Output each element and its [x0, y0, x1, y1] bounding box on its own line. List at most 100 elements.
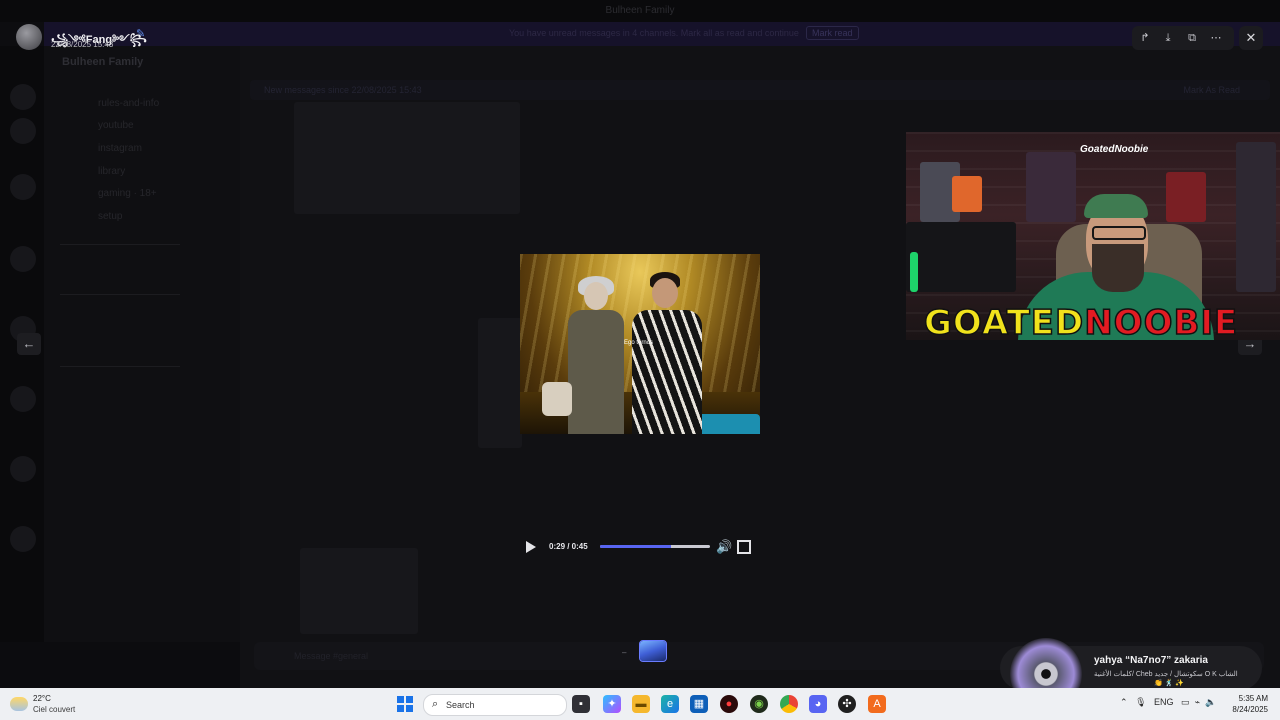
channel-item: rules-and-info — [98, 98, 160, 109]
person-right-head — [652, 278, 678, 308]
open-external-icon[interactable]: ⧉ — [1184, 30, 1200, 46]
video-controls: 0:29 / 0:45 🔊 — [520, 536, 760, 558]
server-icon — [10, 386, 36, 412]
message-placeholder: Message #general — [294, 651, 369, 661]
channel-item: youtube — [98, 120, 134, 131]
channel-item: gaming · 18+ — [98, 188, 157, 199]
tray-chevron-icon[interactable]: ⌃ — [1120, 697, 1128, 707]
channel-item: instagram — [98, 143, 142, 154]
system-tray: ⌃ 🎙 ENG ▭ ⌁ 🔈 — [1120, 697, 1216, 708]
banner-text: You have unread messages in 4 channels. … — [509, 28, 799, 38]
verified-icon: ✎ — [136, 28, 146, 40]
close-viewer-button[interactable]: ✕ — [1239, 26, 1263, 50]
channel-item: library — [98, 166, 126, 177]
streamer-handle: GoatedNoobie — [1080, 144, 1149, 155]
video-progress-fill — [600, 545, 671, 548]
logo-part-1: GOATED — [923, 303, 1085, 340]
server-icon — [10, 456, 36, 482]
server-icon — [10, 526, 36, 552]
search-label: Search — [446, 700, 475, 710]
window-title: Bulheen Family — [605, 5, 675, 16]
banner-mark-read-button: Mark read — [806, 26, 859, 40]
volume-tray-icon[interactable]: 🔈 — [1205, 697, 1216, 707]
play-icon[interactable] — [526, 541, 536, 553]
network-icon[interactable]: ⌁ — [1195, 697, 1200, 707]
attachment-image — [300, 548, 418, 634]
channel-sidebar: Bulheen Family rules-and-info youtube in… — [44, 46, 240, 688]
task-view-icon[interactable]: ▪ — [572, 695, 590, 713]
app-red-icon[interactable]: ● — [720, 695, 738, 713]
author-avatar[interactable] — [16, 24, 42, 50]
search-icon: ⌕ — [432, 698, 439, 710]
display-icon[interactable]: ▭ — [1181, 697, 1190, 707]
more-icon[interactable]: ⋯ — [1208, 30, 1224, 46]
category-divider — [60, 294, 180, 295]
new-messages-text: New messages since 22/08/2025 15:43 — [264, 85, 422, 95]
viewer-toolbar: ↱ ⤓ ⧉ ⋯ — [1132, 26, 1234, 50]
weather-cloud-icon — [10, 697, 28, 711]
bag — [542, 382, 572, 416]
previous-media-button[interactable]: ← — [17, 333, 41, 355]
server-icon — [10, 84, 36, 110]
file-explorer-icon[interactable]: ▬ — [632, 695, 650, 713]
rgb-light — [910, 252, 918, 292]
download-icon[interactable]: ⤓ — [1160, 30, 1176, 46]
unread-banner: You have unread messages in 4 channels. … — [44, 22, 1280, 46]
app-dark-icon[interactable]: ✣ — [838, 695, 856, 713]
server-icon — [10, 246, 36, 272]
app-orange-icon[interactable]: A — [868, 695, 886, 713]
attachment-image — [478, 318, 522, 448]
discord-icon[interactable]: ◕ — [809, 695, 827, 713]
media-thumbnail[interactable] — [639, 640, 667, 662]
server-rail — [0, 46, 44, 688]
server-icon — [10, 118, 36, 144]
forward-icon[interactable]: ↱ — [1137, 30, 1153, 46]
weather-temperature: 22°C — [33, 694, 51, 703]
taskbar-clock[interactable]: 5:35 AM 8/24/2025 — [1224, 693, 1268, 715]
chrome-icon[interactable] — [780, 695, 798, 713]
post-timestamp: 22/08/2025 15:43 — [51, 40, 114, 49]
video-caption: Ego ternos — [624, 340, 654, 346]
now-playing-subtitle: كلمات الأغنية/ Cheb سكوتشال / جديد O K ا… — [1094, 671, 1238, 678]
streamer-glasses — [1092, 226, 1146, 240]
app-green-icon[interactable]: ◉ — [750, 695, 768, 713]
figure — [952, 176, 982, 212]
video-seekbar[interactable] — [600, 545, 710, 548]
streamer-logo: GOATEDNOOBIE — [923, 303, 1238, 340]
attachment-image — [294, 102, 520, 214]
mark-as-read-link: Mark As Read — [1183, 85, 1240, 95]
store-icon[interactable]: ▦ — [690, 695, 708, 713]
clock-date: 8/24/2025 — [1232, 705, 1268, 714]
clock-time: 5:35 AM — [1238, 694, 1268, 703]
start-button[interactable] — [396, 695, 414, 713]
video-player[interactable]: Ego ternos — [520, 254, 760, 434]
user-panel — [0, 642, 240, 688]
streamer-beard — [1092, 244, 1144, 292]
windows-taskbar: 22°C Ciel couvert ⌕ Search ▪ ✦ ▬ e ▦ ● ◉… — [0, 688, 1280, 720]
now-playing-toast[interactable]: yahya “Na7no7” zakaria كلمات الأغنية/ Ch… — [1000, 638, 1262, 710]
thumbnail-strip-dash: – — [622, 648, 627, 657]
figure — [1026, 152, 1076, 222]
desk-shelf — [906, 222, 1016, 292]
volume-icon[interactable]: 🔊 — [716, 539, 732, 555]
taskbar-search[interactable]: ⌕ Search — [423, 694, 567, 716]
copilot-icon[interactable]: ✦ — [603, 695, 621, 713]
video-time: 0:29 / 0:45 — [549, 542, 588, 551]
fullscreen-icon[interactable] — [737, 540, 751, 554]
person-left — [568, 310, 624, 434]
shelf-side — [1236, 142, 1276, 292]
edge-icon[interactable]: e — [661, 695, 679, 713]
weather-condition: Ciel couvert — [33, 705, 76, 714]
tray-mic-icon[interactable]: 🎙 — [1135, 697, 1146, 707]
poster — [1166, 172, 1206, 222]
category-divider — [60, 366, 180, 367]
server-icon — [10, 174, 36, 200]
now-playing-title: yahya “Na7no7” zakaria — [1094, 655, 1208, 666]
new-messages-bar: New messages since 22/08/2025 15:43 Mark… — [250, 80, 1270, 100]
channel-item: setup — [98, 211, 123, 222]
app-titlebar: Bulheen Family — [0, 0, 1280, 22]
person-left-head — [584, 282, 608, 310]
now-playing-emoji: 👏 🕺 ✨ — [1154, 680, 1185, 687]
person-right — [632, 310, 702, 434]
language-indicator[interactable]: ENG — [1154, 697, 1174, 707]
